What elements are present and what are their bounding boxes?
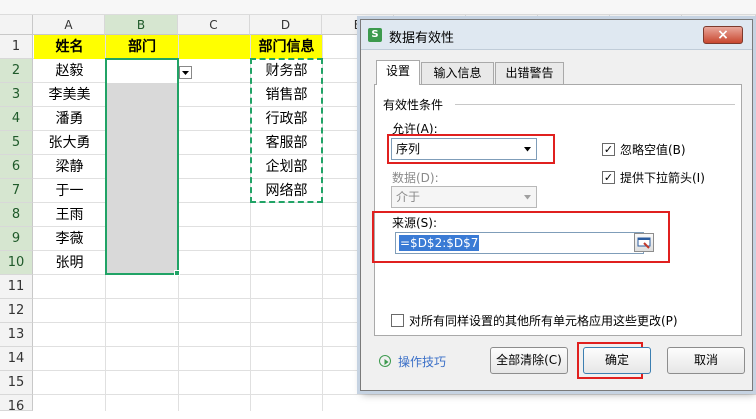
name-cell[interactable]: 于一 <box>34 179 105 203</box>
ignore-blank-label[interactable]: 忽略空值(B) <box>620 141 686 158</box>
apply-all-checkbox[interactable] <box>391 314 404 327</box>
row-header[interactable]: 7 <box>0 179 33 203</box>
dialog-title: 数据有效性 <box>389 31 455 46</box>
close-button[interactable]: × <box>703 26 743 44</box>
column-header-d[interactable]: D <box>250 15 322 35</box>
source-value: =$D$2:$D$7 <box>399 235 480 251</box>
row-header[interactable]: 14 <box>0 347 33 371</box>
tips-link[interactable]: 操作技巧 <box>398 353 446 370</box>
data-validation-dialog: S 数据有效性 × 设置 输入信息 出错警告 有效性条件 允许(A): 序列 ✓… <box>360 19 753 391</box>
dropdown-arrow-checkbox[interactable]: ✓ <box>602 171 615 184</box>
row-header[interactable]: 16 <box>0 395 33 414</box>
cell-d1[interactable]: 部门信息 <box>251 35 322 59</box>
name-cell[interactable]: 张大勇 <box>34 131 105 155</box>
tab-panel: 有效性条件 允许(A): 序列 ✓ 忽略空值(B) 数据(D): 介于 ✓ 提供… <box>372 84 742 336</box>
row-header[interactable]: 13 <box>0 323 33 347</box>
dropdown-arrow-label[interactable]: 提供下拉箭头(I) <box>620 169 705 186</box>
close-icon: × <box>717 27 729 43</box>
fill-handle[interactable] <box>174 270 180 276</box>
copy-range-marquee <box>250 58 323 203</box>
data-select[interactable]: 介于 <box>391 186 537 208</box>
row-header[interactable]: 6 <box>0 155 33 179</box>
row-header[interactable]: 3 <box>0 83 33 107</box>
column-header-b[interactable]: B <box>105 15 178 35</box>
apply-all-label[interactable]: 对所有同样设置的其他所有单元格应用这些更改(P) <box>409 312 678 329</box>
select-all-corner[interactable] <box>0 15 33 35</box>
range-picker-button[interactable] <box>634 233 654 252</box>
name-cell[interactable]: 梁静 <box>34 155 105 179</box>
selected-range-b2-b10[interactable] <box>105 58 179 275</box>
name-cell[interactable]: 赵毅 <box>34 59 105 83</box>
cell-a1[interactable]: 姓名 <box>34 35 105 59</box>
data-label: 数据(D): <box>392 171 439 185</box>
row-header[interactable]: 12 <box>0 299 33 323</box>
dialog-titlebar[interactable]: S 数据有效性 × <box>361 20 752 50</box>
chevron-down-icon <box>524 147 531 152</box>
source-input[interactable]: =$D$2:$D$7 <box>395 232 644 254</box>
allow-value: 序列 <box>396 142 421 156</box>
range-select-icon <box>637 237 651 249</box>
name-cell[interactable]: 潘勇 <box>34 107 105 131</box>
cell-b1[interactable]: 部门 <box>106 35 178 59</box>
allow-select[interactable]: 序列 <box>391 138 537 160</box>
ignore-blank-checkbox[interactable]: ✓ <box>602 143 615 156</box>
row-header[interactable]: 2 <box>0 59 33 83</box>
ok-button[interactable]: 确定 <box>583 347 651 374</box>
row-header[interactable]: 1 <box>0 35 33 59</box>
row-header[interactable]: 10 <box>0 251 33 275</box>
row-header[interactable]: 4 <box>0 107 33 131</box>
chevron-down-icon <box>182 71 189 75</box>
play-icon <box>384 359 389 365</box>
clear-all-button[interactable]: 全部清除(C) <box>490 347 568 374</box>
cell-dropdown-button[interactable] <box>179 66 192 79</box>
name-cell[interactable]: 李薇 <box>34 227 105 251</box>
gridline <box>33 394 756 395</box>
tab-input-message[interactable]: 输入信息 <box>421 62 494 84</box>
tab-error-alert[interactable]: 出错警告 <box>495 62 564 84</box>
column-header-c[interactable]: C <box>178 15 250 35</box>
formula-bar-strip <box>0 0 756 15</box>
group-divider <box>455 104 735 105</box>
row-header[interactable]: 8 <box>0 203 33 227</box>
cancel-button[interactable]: 取消 <box>667 347 745 374</box>
row-header[interactable]: 5 <box>0 131 33 155</box>
cell-c1[interactable] <box>179 35 250 59</box>
app-logo-icon: S <box>368 28 382 42</box>
chevron-down-icon <box>524 195 531 200</box>
name-cell[interactable]: 张明 <box>34 251 105 275</box>
tab-settings[interactable]: 设置 <box>376 60 420 85</box>
row-header[interactable]: 15 <box>0 371 33 395</box>
name-cell[interactable]: 王雨 <box>34 203 105 227</box>
source-label: 来源(S): <box>392 216 438 230</box>
name-cell[interactable]: 李美美 <box>34 83 105 107</box>
group-label: 有效性条件 <box>383 98 444 112</box>
row-header[interactable]: 9 <box>0 227 33 251</box>
row-header[interactable]: 11 <box>0 275 33 299</box>
data-value: 介于 <box>396 190 421 204</box>
column-header-a[interactable]: A <box>33 15 105 35</box>
tips-icon <box>379 355 391 367</box>
active-cell-b2[interactable] <box>107 60 177 83</box>
